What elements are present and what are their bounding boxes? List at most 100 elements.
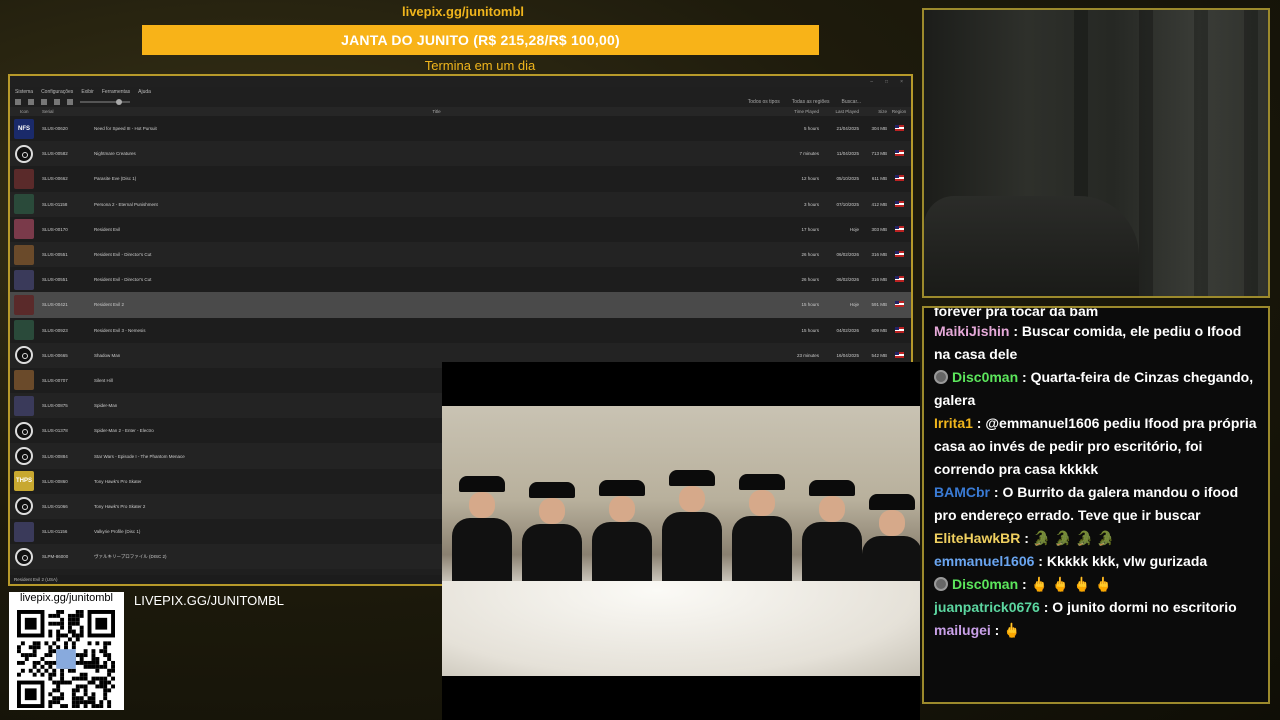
game-title: Resident Evil - Director's Cut <box>94 277 152 283</box>
emulator-titlebar: – □ × <box>10 76 911 87</box>
game-size: 304 MB <box>871 126 887 132</box>
game-last-played: Hoje <box>849 302 859 308</box>
column-size[interactable]: Size <box>859 109 887 114</box>
game-last-played: 06/02/2026 <box>836 277 859 283</box>
game-last-played: 04/02/2026 <box>836 327 859 333</box>
game-size: 303 MB <box>871 226 887 232</box>
chat-username[interactable]: Disc0man <box>952 576 1018 592</box>
video-person <box>522 482 582 594</box>
game-title: Parasite Eve (Disc 1) <box>94 176 137 182</box>
column-icon[interactable]: Icon <box>10 109 38 114</box>
game-row[interactable]: SLUS-00662 Parasite Eve (Disc 1) 12 hours 0… <box>10 166 911 192</box>
chat-username[interactable]: EliteHawkBR <box>934 530 1020 546</box>
region-flag-icon <box>887 251 911 258</box>
game-size: 611 MB <box>871 176 887 182</box>
region-filter-dropdown[interactable]: Todas as regiões <box>792 99 830 105</box>
chat-username[interactable]: Disc0man <box>952 369 1018 385</box>
type-filter-dropdown[interactable]: Todos os tipos <box>748 99 780 105</box>
chat-message: EliteHawkBR : 🐊 🐊 🐊 🐊 <box>934 527 1258 550</box>
webcam-feed <box>922 8 1270 298</box>
list-view-icon[interactable] <box>15 98 21 105</box>
game-serial: SLUS-00551 <box>42 277 68 283</box>
game-row[interactable]: SLUS-00923 Resident Evil 3 - Nemesis 15 ho… <box>10 317 911 343</box>
game-row[interactable]: NFS SLUS-00620 Need for Speed III - Hot Pu… <box>10 116 911 142</box>
image-icon[interactable] <box>67 98 73 105</box>
game-last-played: 07/10/2025 <box>836 201 859 207</box>
menu-item[interactable]: Configurações <box>41 89 73 95</box>
game-cover-icon: NFS <box>14 118 34 139</box>
grid-view-icon[interactable] <box>28 98 34 105</box>
region-flag-icon <box>887 326 911 334</box>
game-serial: SLUS-01378 <box>42 428 68 434</box>
video-person <box>592 480 652 592</box>
livepix-url-text: LIVEPIX.GG/JUNITOMBL <box>134 593 285 608</box>
game-serial: SLUS-00884 <box>42 453 68 459</box>
game-serial: SLUS-01158 <box>42 201 68 207</box>
video-person <box>802 480 862 592</box>
donation-goal-bar: JANTA DO JUNITO (R$ 215,28/R$ 100,00) <box>142 25 819 55</box>
menu-item[interactable]: Ajuda <box>138 89 151 95</box>
game-time-played: 15 hours <box>801 302 819 308</box>
menu-item[interactable]: Sistema <box>15 89 33 95</box>
search-input[interactable]: Buscar... <box>842 99 861 105</box>
column-time-played[interactable]: Time Played <box>779 109 819 114</box>
game-cover-icon <box>14 521 34 542</box>
region-flag-icon <box>887 150 911 157</box>
game-row[interactable]: SLUS-00551 Resident Evil - Director's Cut… <box>10 267 911 293</box>
game-serial: SLUS-00860 <box>42 478 68 484</box>
settings-icon[interactable] <box>41 98 47 105</box>
chat-separator: : <box>1034 553 1047 569</box>
column-title[interactable]: Title <box>94 109 779 114</box>
game-row[interactable]: SLUS-00582 Nightmare Creatures 7 minutes 11… <box>10 141 911 167</box>
game-size: 542 MB <box>871 352 887 358</box>
game-title: Resident Evil - Director's Cut <box>94 252 152 258</box>
game-title: Shadow Man <box>94 352 121 358</box>
game-title: Resident Evil <box>94 226 121 232</box>
donation-goal-text: JANTA DO JUNITO (R$ 215,28/R$ 100,00) <box>341 32 620 48</box>
emulator-menubar: Sistema Configurações Exibir Ferramentas Aju… <box>10 87 911 96</box>
chat-username[interactable]: Irrita1 <box>934 415 973 431</box>
chat-username[interactable]: BAMCbr <box>934 484 990 500</box>
video-person <box>732 474 792 586</box>
chat-username[interactable]: mailugei <box>934 622 991 638</box>
window-controls: – □ × <box>870 79 911 85</box>
video-person <box>662 470 722 582</box>
game-cover-icon <box>14 194 34 215</box>
game-row[interactable]: SLUS-01158 Persona 2 - Eternal Punishment… <box>10 191 911 217</box>
chat-message: BAMCbr : O Burrito da galera mandou o if… <box>934 481 1258 527</box>
chat-separator: : <box>990 622 1004 638</box>
chat-panel: forever pra tocar da bam MaikiJishin : B… <box>922 306 1270 704</box>
game-size: 609 MB <box>871 327 887 333</box>
zoom-slider[interactable] <box>80 98 130 105</box>
game-title: Resident Evil 3 - Nemesis <box>94 327 146 333</box>
disc-icon <box>14 421 34 441</box>
minimize-icon[interactable]: – <box>870 79 873 85</box>
chat-message: Disc0man : 🖕 🖕 🖕 🖕 <box>934 573 1258 596</box>
user-badge-icon <box>934 577 948 591</box>
chat-username[interactable]: MaikiJishin <box>934 323 1009 339</box>
close-icon[interactable]: × <box>900 79 903 85</box>
chat-username[interactable]: juanpatrick0676 <box>934 599 1040 615</box>
region-flag-icon <box>887 225 911 233</box>
game-row[interactable]: SLUS-00551 Resident Evil - Director's Cut… <box>10 241 911 268</box>
column-region[interactable]: Region <box>887 109 911 114</box>
game-cover-icon: THPS <box>14 471 34 492</box>
game-serial: SLUS-00421 <box>42 302 68 308</box>
game-cover-icon <box>14 370 34 391</box>
disc-icon <box>14 547 34 567</box>
region-flag-icon <box>887 175 911 182</box>
refresh-icon[interactable] <box>54 98 60 105</box>
game-size: 316 MB <box>871 277 887 283</box>
game-row[interactable]: SLUS-00421 Resident Evil 2 15 hours Hoje 591… <box>10 292 911 318</box>
column-serial[interactable]: Serial <box>38 109 94 114</box>
chat-username[interactable]: emmanuel1606 <box>934 553 1034 569</box>
game-row[interactable]: SLUS-00170 Resident Evil 17 hours Hoje 303 M… <box>10 216 911 242</box>
game-list-header: Icon Serial Title Time Played Last Playe… <box>10 107 911 116</box>
menu-item[interactable]: Ferramentas <box>102 89 130 95</box>
column-last-played[interactable]: Last Played <box>819 109 859 114</box>
maximize-icon[interactable]: □ <box>885 79 888 85</box>
menu-item[interactable]: Exibir <box>81 89 94 95</box>
chat-separator: : <box>1009 323 1022 339</box>
donation-url: livepix.gg/junitombl <box>401 4 525 19</box>
chat-separator: : <box>990 484 1003 500</box>
